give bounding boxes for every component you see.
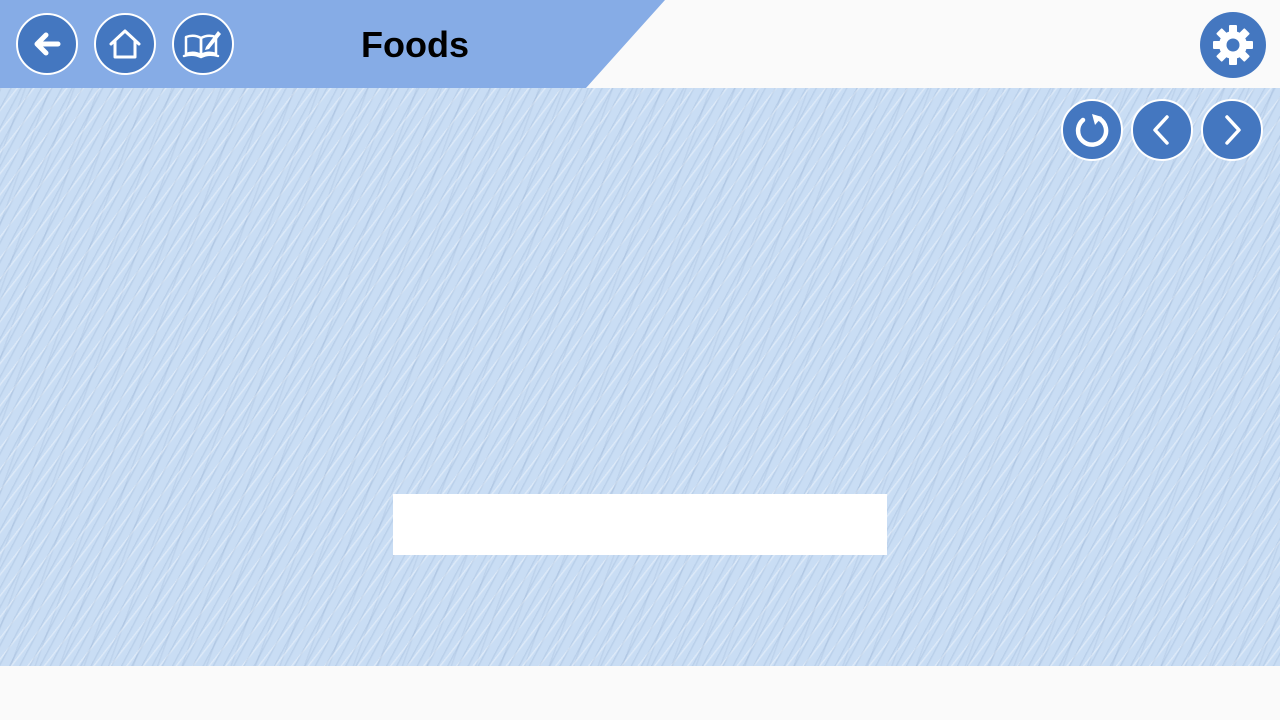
main-panel	[0, 88, 1280, 666]
refresh-icon	[1075, 114, 1109, 147]
arrow-left-icon	[34, 32, 61, 56]
prev-button[interactable]	[1131, 99, 1193, 161]
settings-button[interactable]	[1200, 12, 1266, 78]
chevron-left-icon	[1153, 115, 1169, 145]
answer-input[interactable]	[393, 494, 887, 555]
book-pencil-icon	[182, 31, 221, 59]
gear-icon	[1213, 25, 1253, 65]
next-button[interactable]	[1201, 99, 1263, 161]
notebook-button[interactable]	[172, 13, 234, 75]
page-title: Foods	[361, 24, 469, 65]
footer-band	[0, 666, 1280, 720]
home-button[interactable]	[94, 13, 156, 75]
reload-button[interactable]	[1061, 99, 1123, 161]
home-icon	[109, 29, 141, 59]
back-button[interactable]	[16, 13, 78, 75]
chevron-right-icon	[1225, 115, 1241, 145]
